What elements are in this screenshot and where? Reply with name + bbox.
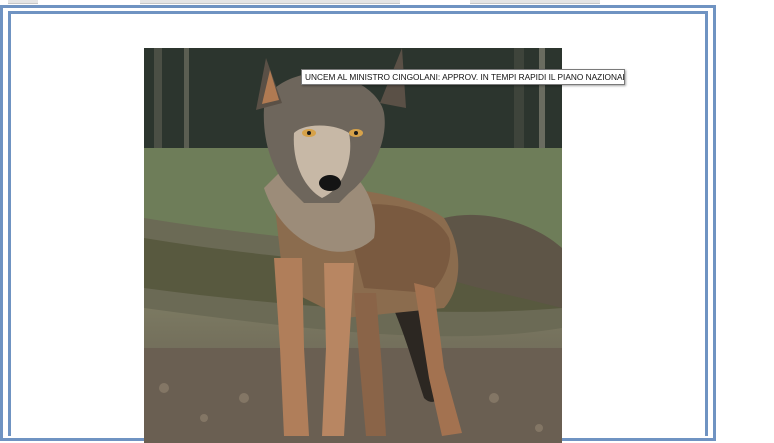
article-photo[interactable] — [144, 48, 562, 443]
wolf-photo-illustration — [144, 48, 562, 443]
article-headline-link[interactable]: UNCEM AL MINISTRO CINGOLANI: APPROV. IN … — [301, 69, 625, 85]
